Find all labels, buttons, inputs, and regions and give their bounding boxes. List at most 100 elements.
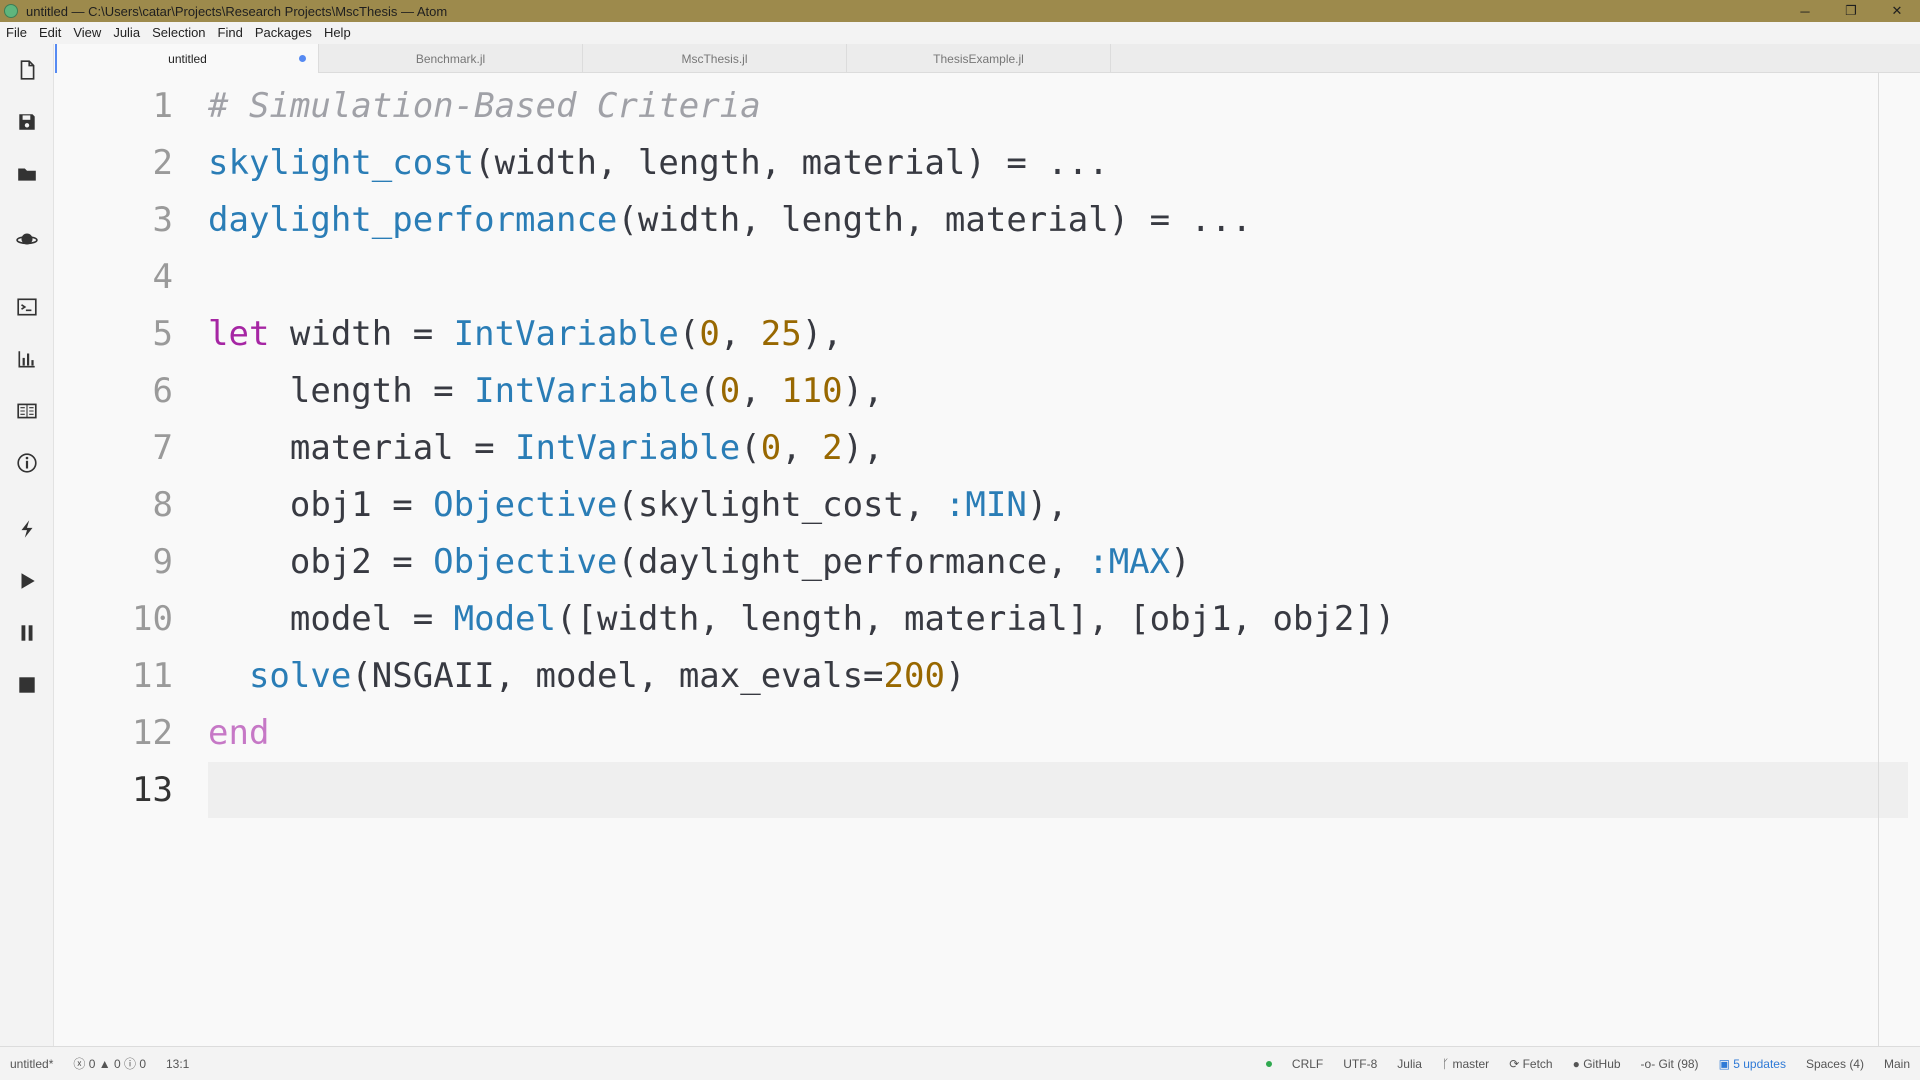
code-line[interactable]: end <box>208 713 269 753</box>
menu-view[interactable]: View <box>67 22 107 44</box>
julia-tool-bar <box>0 44 54 1046</box>
code-token: ), <box>1026 485 1068 525</box>
code-line[interactable]: model = Model([width, length, material],… <box>208 599 1395 639</box>
close-button[interactable]: ✕ <box>1874 0 1920 22</box>
new-file-icon[interactable] <box>13 56 41 84</box>
code-token: solve <box>248 656 352 696</box>
status-line-ending[interactable]: CRLF <box>1292 1057 1323 1071</box>
package-icon: ▣ <box>1718 1056 1734 1071</box>
plot-icon[interactable] <box>13 345 41 373</box>
menu-julia[interactable]: Julia <box>107 22 146 44</box>
code-line[interactable]: solve(NSGAII, model, max_evals=200) <box>208 656 965 696</box>
menu-file[interactable]: File <box>0 22 33 44</box>
code-line[interactable]: obj1 = Objective(skylight_cost, :MIN), <box>208 485 1068 525</box>
status-branch[interactable]: ᚴ master <box>1442 1057 1489 1071</box>
status-dot-icon <box>1265 1060 1272 1067</box>
info-icon[interactable] <box>13 449 41 477</box>
code-token: 110 <box>781 371 843 411</box>
atom-app-icon <box>4 4 18 18</box>
code-token: , <box>740 371 782 411</box>
line-number: 2 <box>152 143 173 183</box>
code-token: 200 <box>883 656 945 696</box>
save-icon[interactable] <box>13 108 41 136</box>
minimize-button[interactable]: ─ <box>1782 0 1828 22</box>
code-token: :MAX <box>1088 542 1171 582</box>
warning-icon: ▲ <box>95 1056 114 1071</box>
line-number: 4 <box>152 257 173 297</box>
stop-icon[interactable] <box>13 671 41 699</box>
tab-mscthesis[interactable]: MscThesis.jl <box>583 44 847 73</box>
refresh-icon: ⟳ <box>1509 1056 1523 1071</box>
code-token: let <box>208 314 270 354</box>
status-fetch[interactable]: ⟳ Fetch <box>1509 1057 1552 1071</box>
code-token: , <box>719 314 761 354</box>
menu-packages[interactable]: Packages <box>249 22 318 44</box>
branch-label: master <box>1452 1056 1490 1071</box>
code-token: length = <box>208 371 475 411</box>
docs-icon[interactable] <box>13 397 41 425</box>
code-token: 0 <box>760 428 782 468</box>
line-number: 3 <box>152 200 173 240</box>
status-encoding[interactable]: UTF-8 <box>1343 1057 1377 1071</box>
branch-icon: ᚴ <box>1441 1056 1453 1071</box>
github-label: GitHub <box>1583 1056 1621 1071</box>
menu-help[interactable]: Help <box>318 22 357 44</box>
tab-benchmark[interactable]: Benchmark.jl <box>319 44 583 73</box>
code-token: (skylight_cost, <box>617 485 945 525</box>
line-number: 6 <box>152 371 173 411</box>
code-token: IntVariable <box>515 428 741 468</box>
code-token: Objective <box>433 542 618 582</box>
lightning-icon[interactable] <box>13 515 41 543</box>
modified-indicator-icon <box>299 55 306 62</box>
code-line[interactable]: obj2 = Objective(daylight_performance, :… <box>208 542 1191 582</box>
code-token: ), <box>801 314 843 354</box>
code-token: model = <box>208 599 454 639</box>
code-line[interactable]: length = IntVariable(0, 110), <box>208 371 884 411</box>
open-folder-icon[interactable] <box>13 160 41 188</box>
code-line[interactable]: daylight_performance(width, length, mate… <box>208 200 1252 240</box>
menu-selection[interactable]: Selection <box>146 22 211 44</box>
tab-label: Benchmark.jl <box>415 51 486 66</box>
tab-label: ThesisExample.jl <box>933 51 1024 66</box>
code-token: IntVariable <box>474 371 700 411</box>
menu-find[interactable]: Find <box>212 22 249 44</box>
pause-icon[interactable] <box>13 619 41 647</box>
status-indent[interactable]: Spaces (4) <box>1806 1057 1864 1071</box>
tab-thesisexample[interactable]: ThesisExample.jl <box>847 44 1111 73</box>
code-token: 0 <box>719 371 741 411</box>
code-token: ( <box>740 428 761 468</box>
maximize-button[interactable]: ❐ <box>1828 0 1874 22</box>
code-token: ), <box>842 371 884 411</box>
menu-bar: File Edit View Julia Selection Find Pack… <box>0 22 1920 44</box>
cursor-line-highlight <box>208 762 1908 818</box>
status-grammar[interactable]: Julia <box>1397 1057 1422 1071</box>
terminal-icon[interactable] <box>13 293 41 321</box>
planet-icon[interactable] <box>13 225 41 253</box>
menu-edit[interactable]: Edit <box>33 22 67 44</box>
code-token: Model <box>453 599 556 639</box>
info-count: 0 <box>139 1056 146 1071</box>
code-line[interactable]: let width = IntVariable(0, 25), <box>208 314 843 354</box>
status-module[interactable]: Main <box>1884 1057 1910 1071</box>
code-token: skylight_cost <box>208 143 475 183</box>
code-line[interactable]: material = IntVariable(0, 2), <box>208 428 884 468</box>
code-token: ), <box>842 428 884 468</box>
code-token: width = <box>269 314 454 354</box>
title-bar: untitled — C:\Users\catar\Projects\Resea… <box>0 0 1920 22</box>
status-git[interactable]: -o- Git (98) <box>1641 1057 1699 1071</box>
status-diagnostics[interactable]: ⓧ 0 ▲ 0 ⓘ 0 <box>73 1055 146 1072</box>
code-editor[interactable]: 1 2 3 4 5 6 7 8 9 10 11 12 13 # Simulation-Based Crit… <box>55 73 1920 1046</box>
code-token: Objective <box>433 485 618 525</box>
code-token: , <box>781 428 823 468</box>
updates-label: 5 updates <box>1733 1056 1786 1071</box>
status-file-name[interactable]: untitled* <box>10 1057 53 1071</box>
line-number: 8 <box>152 485 173 525</box>
code-line[interactable]: skylight_cost(width, length, material) =… <box>208 143 1109 183</box>
code-line[interactable]: # Simulation-Based Criteria <box>208 86 761 126</box>
tab-untitled[interactable]: untitled <box>55 44 319 73</box>
status-updates[interactable]: ▣ 5 updates <box>1719 1057 1786 1071</box>
status-cursor-position[interactable]: 13:1 <box>166 1057 189 1071</box>
play-icon[interactable] <box>13 567 41 595</box>
code-token: # Simulation-Based Criteria <box>208 86 761 126</box>
status-github[interactable]: ● GitHub <box>1573 1057 1621 1071</box>
